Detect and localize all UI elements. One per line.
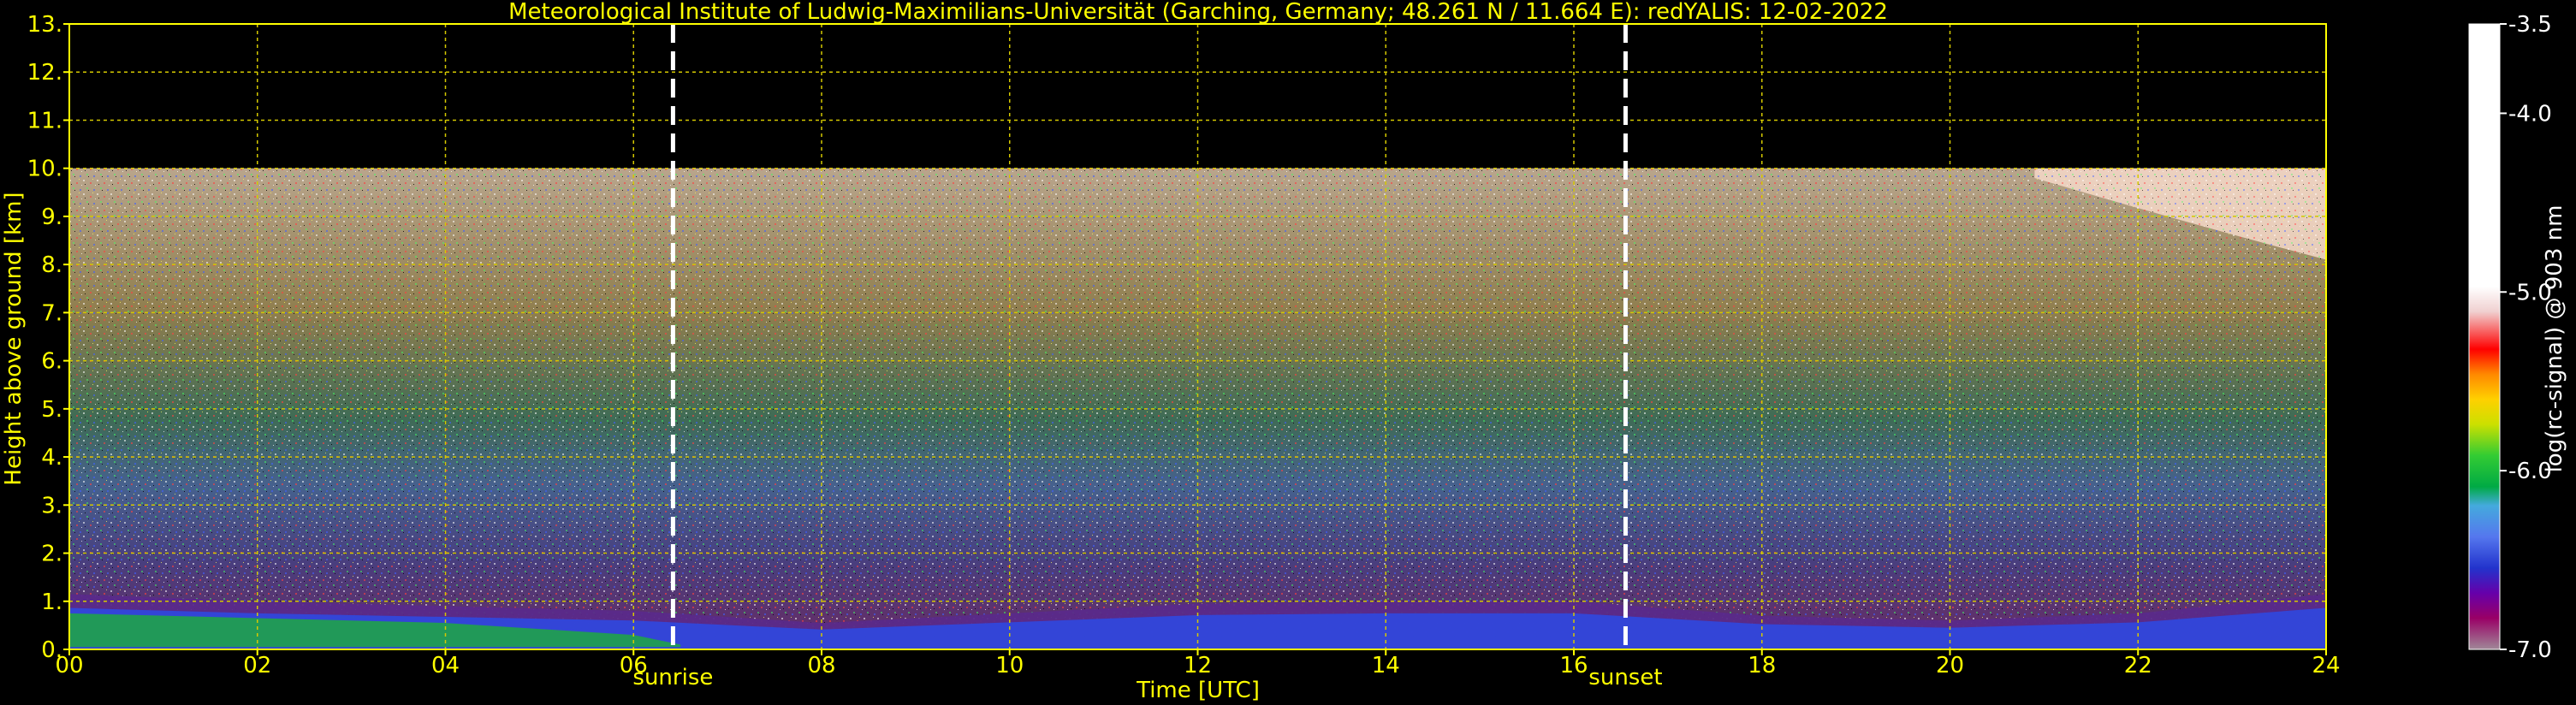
y-tick-label: 8. xyxy=(41,252,62,278)
colorbar-tick-label: -4.0 xyxy=(2508,101,2552,127)
plot-area: sunrise sunset00 02 04 06 08 10 12 14 16 18 20 22 240… xyxy=(27,12,2341,690)
x-tick-label: 18 xyxy=(1748,653,1776,678)
colorbar-tick-label: -5.0 xyxy=(2508,280,2552,305)
y-tick-label: 13. xyxy=(27,12,62,38)
x-tick-label: 24 xyxy=(2312,653,2340,678)
x-tick-label: 02 xyxy=(243,653,271,678)
y-tick-label: 0. xyxy=(41,637,62,663)
x-tick-label: 16 xyxy=(1559,653,1588,678)
y-tick-label: 1. xyxy=(41,589,62,615)
x-tick-label: 10 xyxy=(995,653,1024,678)
event-label-1: sunset xyxy=(1588,665,1662,690)
colorbar-tick-label: -3.5 xyxy=(2508,12,2552,38)
y-tick-label: 4. xyxy=(41,445,62,471)
chart-title: Meteorological Institute of Ludwig-Maxim… xyxy=(508,0,1888,25)
colorbar-label: log(rc-signal) @ 903 nm xyxy=(2542,205,2567,473)
y-tick-label: 10. xyxy=(27,157,62,182)
lidar-chart: sunrise sunset00 02 04 06 08 10 12 14 16 18 20 22 240… xyxy=(1,0,2567,703)
colorbar-tick-label: -6.0 xyxy=(2508,459,2552,484)
y-axis-label: Height above ground [km] xyxy=(1,192,27,485)
y-tick-label: 5. xyxy=(41,397,62,423)
x-tick-label: 14 xyxy=(1372,653,1400,678)
y-tick-label: 2. xyxy=(41,542,62,567)
y-tick-label: 9. xyxy=(41,204,62,230)
colorbar-fill xyxy=(2469,24,2500,649)
x-axis-label: Time [UTC] xyxy=(1136,678,1260,703)
y-tick-label: 6. xyxy=(41,349,62,375)
colorbar-tick-label: -7.0 xyxy=(2508,637,2552,663)
y-tick-label: 3. xyxy=(41,493,62,518)
x-tick-label: 20 xyxy=(1936,653,1964,678)
y-tick-label: 11. xyxy=(27,108,62,133)
y-tick-label: 7. xyxy=(41,300,62,326)
x-tick-label: 12 xyxy=(1184,653,1212,678)
colorbar: -3.5 -4.0 -5.0 -6.0 -7.0 xyxy=(2468,12,2552,663)
x-tick-label: 08 xyxy=(807,653,835,678)
x-tick-label: 04 xyxy=(431,653,460,678)
x-tick-label: 06 xyxy=(620,653,648,678)
x-tick-label: 22 xyxy=(2124,653,2152,678)
y-tick-label: 12. xyxy=(27,60,62,86)
